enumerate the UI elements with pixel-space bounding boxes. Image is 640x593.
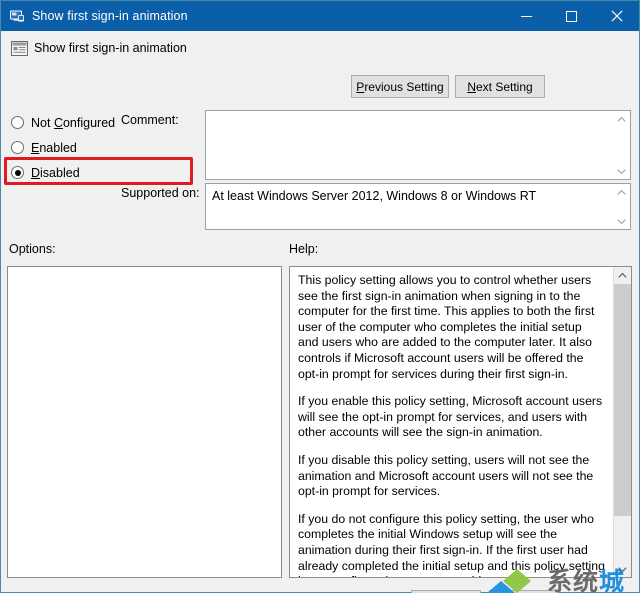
help-paragraph: This policy setting allows you to contro… <box>298 273 595 381</box>
radio-disabled[interactable]: Disabled <box>11 160 191 185</box>
supported-on-label: Supported on: <box>121 186 200 200</box>
close-icon[interactable] <box>594 1 639 31</box>
dialog-body: Show first sign-in animation Previous Se… <box>1 31 639 593</box>
setting-title: Show first sign-in animation <box>34 41 187 55</box>
title-bar: Show first sign-in animation <box>1 1 639 31</box>
maximize-icon[interactable] <box>549 1 594 31</box>
radio-enabled[interactable]: Enabled <box>11 135 191 160</box>
previous-setting-button[interactable]: Previous Setting <box>351 75 449 98</box>
radio-indicator <box>11 166 24 179</box>
screenshot-root: Show first sign-in animation Show first … <box>0 0 640 593</box>
help-pane: This policy setting allows you to contro… <box>289 266 632 578</box>
help-paragraph: If you do not configure this policy sett… <box>298 511 605 577</box>
comment-textarea[interactable] <box>205 110 631 180</box>
supported-on-textarea: At least Windows Server 2012, Windows 8 … <box>205 183 631 230</box>
radio-label-enabled: Enabled <box>31 140 77 155</box>
supported-on-scrollbar[interactable] <box>613 184 630 229</box>
supported-on-value: At least Windows Server 2012, Windows 8 … <box>212 189 537 203</box>
help-paragraph: If you enable this policy setting, Micro… <box>298 394 603 440</box>
monitor-policy-icon <box>9 8 25 24</box>
chevron-down-icon[interactable] <box>614 561 631 577</box>
scrollbar-thumb[interactable] <box>614 284 631 516</box>
comment-label: Comment: <box>121 113 179 127</box>
help-label: Help: <box>289 242 319 256</box>
options-label: Options: <box>9 242 56 256</box>
next-setting-button[interactable]: Next Setting <box>455 75 545 98</box>
window-title: Show first sign-in animation <box>32 9 188 23</box>
comment-scrollbar[interactable] <box>613 111 630 179</box>
help-scrollbar[interactable] <box>613 267 631 577</box>
chevron-up-icon[interactable] <box>613 111 630 127</box>
radio-indicator <box>11 116 24 129</box>
radio-label-disabled: Disabled <box>31 165 80 180</box>
help-paragraph: If you disable this policy setting, user… <box>298 452 594 499</box>
policy-setting-icon <box>11 40 28 57</box>
help-text-content: This policy setting allows you to contro… <box>290 267 613 577</box>
window-controls <box>504 1 639 31</box>
chevron-down-icon[interactable] <box>613 163 630 179</box>
minimize-icon[interactable] <box>504 1 549 31</box>
chevron-up-icon[interactable] <box>613 184 630 200</box>
options-pane[interactable] <box>7 266 282 578</box>
radio-label-not-configured: Not Configured <box>31 115 116 130</box>
radio-indicator <box>11 141 24 154</box>
comment-value <box>206 111 613 179</box>
setting-header: Show first sign-in animation <box>1 31 639 65</box>
chevron-up-icon[interactable] <box>614 267 631 283</box>
group-policy-dialog: Show first sign-in animation Show first … <box>0 0 640 593</box>
chevron-down-icon[interactable] <box>613 213 630 229</box>
